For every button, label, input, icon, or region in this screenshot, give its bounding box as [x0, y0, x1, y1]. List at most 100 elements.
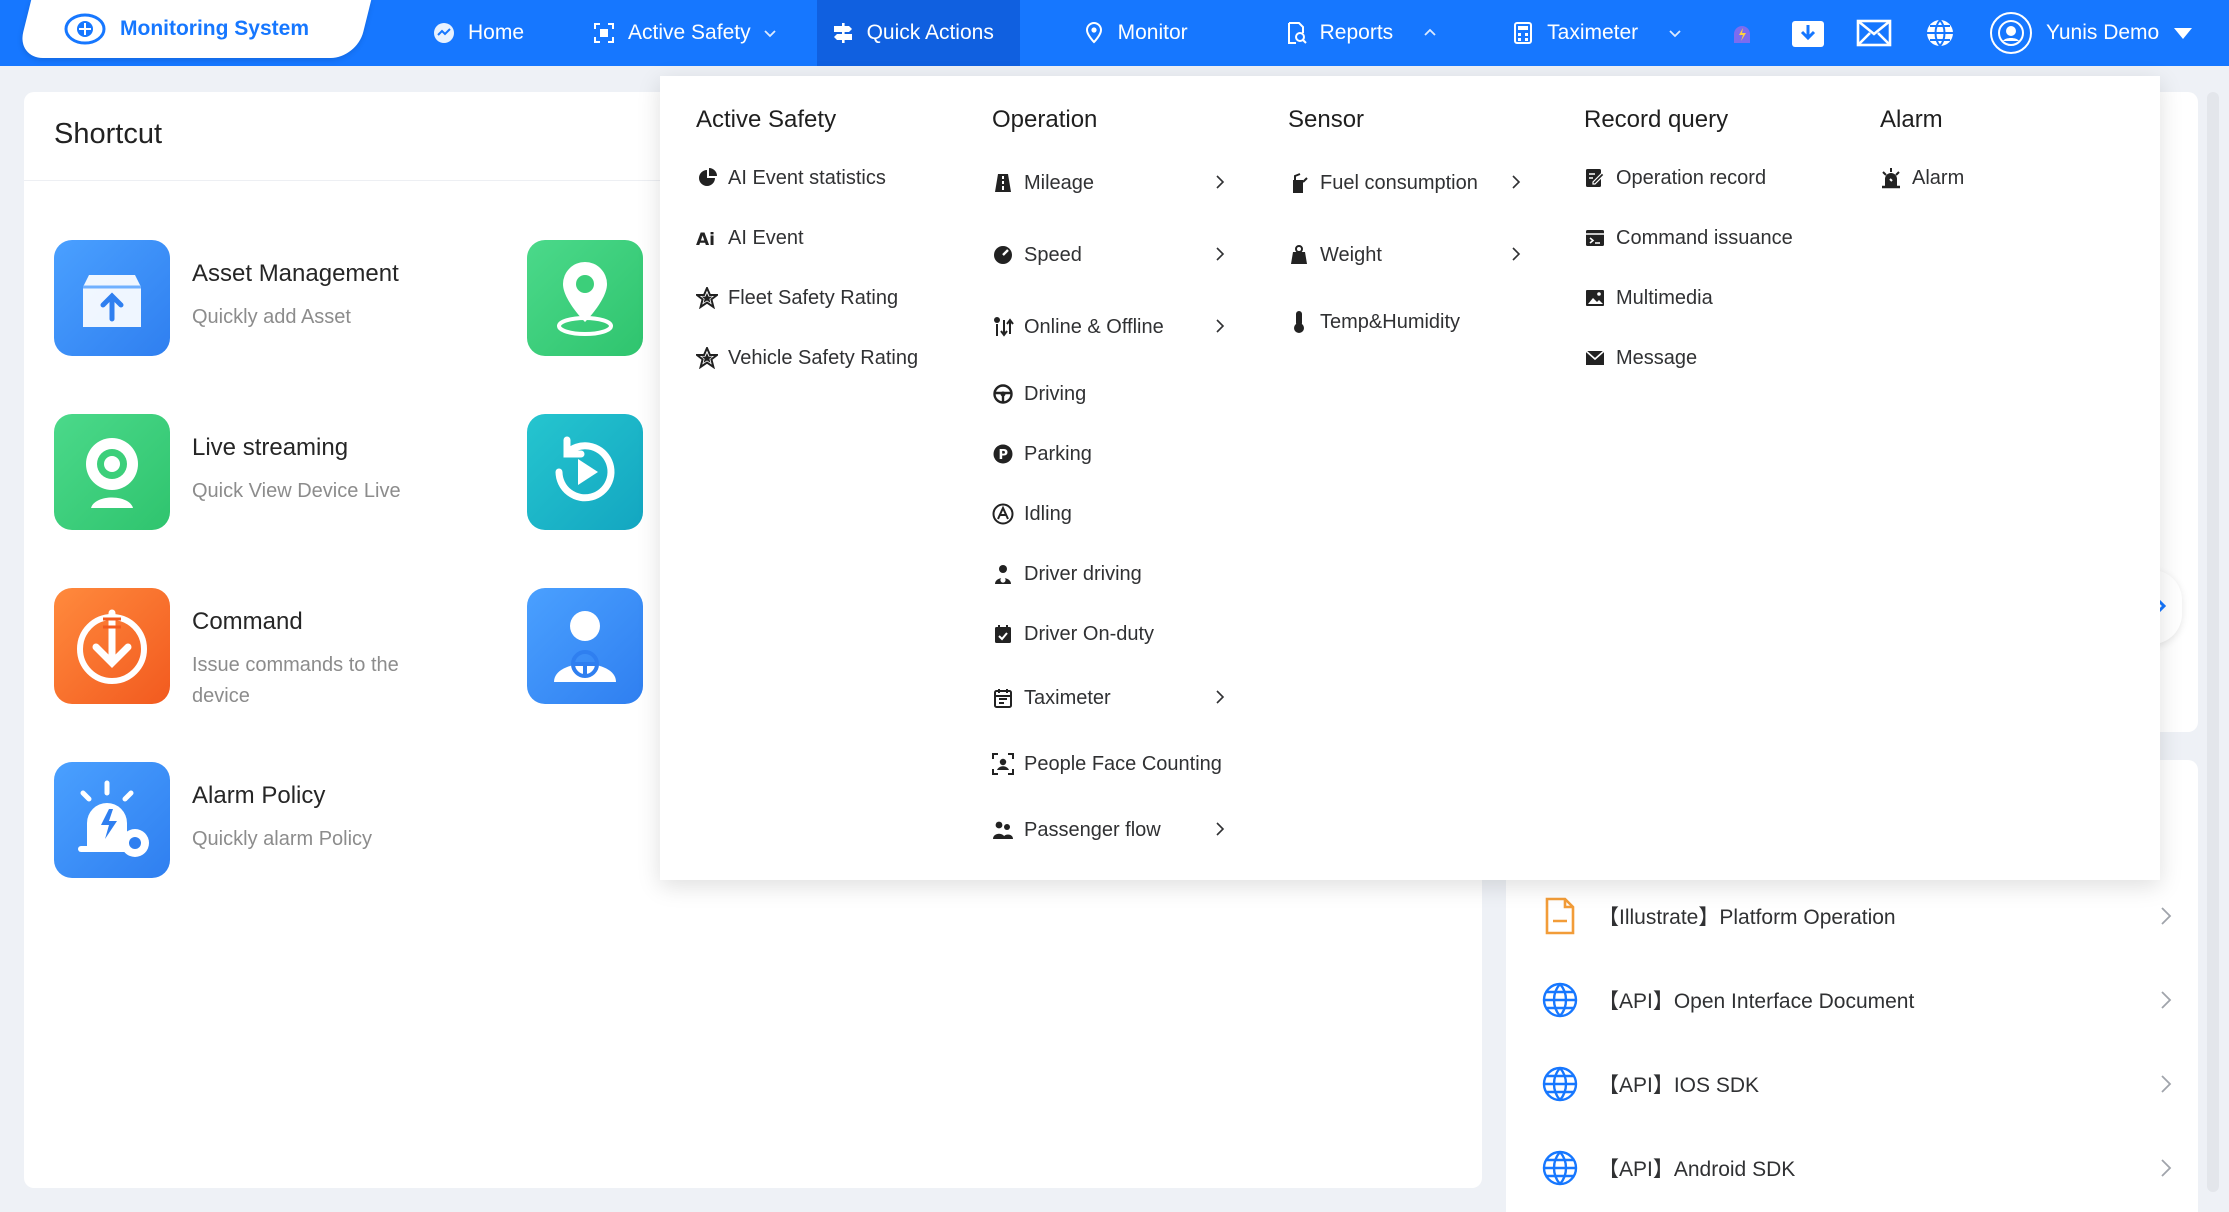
doc-label: 【Illustrate】Platform Operation — [1598, 906, 1896, 929]
menu-item-driving[interactable]: Driving — [992, 376, 1086, 412]
menu-item-label: Vehicle Safety Rating — [728, 346, 919, 369]
face-scan-icon — [992, 753, 1014, 775]
shortcut-alarm-policy[interactable]: Alarm Policy Quickly alarm Policy — [54, 762, 372, 878]
nav-taximeter[interactable]: Taximeter — [1471, 0, 1716, 66]
shortcut-desc: Quickly alarm Policy — [192, 828, 373, 850]
nav-monitor[interactable]: Monitor — [1020, 0, 1222, 66]
user-menu[interactable]: Yunis Demo — [1990, 12, 2193, 54]
download-button[interactable] — [1786, 11, 1830, 55]
menu-item-passenger-flow[interactable]: Passenger flow — [992, 812, 1161, 848]
shortcut-asset-management[interactable]: Asset Management Quickly add Asset — [54, 240, 399, 356]
replay-icon[interactable] — [527, 414, 643, 530]
alarm-light-icon — [1880, 167, 1902, 189]
doc-ios-sdk[interactable]: 【API】IOS SDK — [1540, 1054, 2180, 1114]
language-button[interactable] — [1918, 11, 1962, 55]
menu-item-label: Command issuance — [1616, 226, 1793, 249]
menu-item-operation-record[interactable]: Operation record — [1584, 160, 1766, 196]
menu-item-driver-driving[interactable]: Driver driving — [992, 556, 1142, 592]
menu-item-fuel-consumption[interactable]: Fuel consumption — [1288, 165, 1478, 201]
menu-item-parking[interactable]: P Parking — [992, 436, 1092, 472]
menu-item-driver-on-duty[interactable]: Driver On-duty — [992, 616, 1154, 652]
nav-active-safety[interactable]: Active Safety — [558, 0, 817, 66]
message-button[interactable] — [1852, 11, 1896, 55]
terminal-icon — [1584, 227, 1606, 249]
parking-icon: P — [992, 443, 1014, 465]
chevron-right-icon — [2160, 906, 2180, 926]
menu-item-message[interactable]: Message — [1584, 340, 1697, 376]
passenger-flow-chevron-right-icon — [1212, 821, 1228, 837]
doc-open-interface[interactable]: 【API】Open Interface Document — [1540, 970, 2180, 1030]
doc-android-sdk[interactable]: 【API】Android SDK — [1540, 1138, 2180, 1198]
menu-item-alarm[interactable]: Alarm — [1880, 160, 1964, 196]
menu-item-label: Mileage — [1024, 171, 1095, 194]
webcam-icon[interactable] — [54, 414, 170, 530]
thermometer-icon — [1288, 311, 1310, 333]
alert-siren-button[interactable] — [1720, 11, 1764, 55]
svg-text:Ai: Ai — [696, 230, 715, 248]
menu-item-label: Idling — [1024, 502, 1072, 525]
nav-quick-actions[interactable]: Quick Actions — [816, 0, 1020, 66]
doc-label: 【API】Open Interface Document — [1598, 990, 1915, 1013]
page-scrollbar[interactable] — [2207, 92, 2219, 1192]
menu-item-label: Fleet Safety Rating — [728, 286, 899, 309]
menu-item-online-offline[interactable]: Online & Offline — [992, 309, 1164, 345]
road-icon — [992, 172, 1014, 194]
driver-icon[interactable] — [527, 588, 643, 704]
shortcut-command[interactable]: Command Issue commands to the device — [54, 588, 399, 707]
document-icon — [1540, 896, 1580, 936]
shortcut-name: Command — [192, 608, 303, 635]
shortcut-driver[interactable] — [527, 588, 643, 704]
menu-column-title: Alarm — [1880, 106, 1943, 133]
menu-item-temp-humidity[interactable]: Temp&Humidity — [1288, 304, 1460, 340]
menu-item-people-face-counting[interactable]: People Face Counting — [992, 746, 1222, 782]
logo[interactable]: Monitoring System — [64, 0, 309, 58]
mileage-chevron-right-icon — [1212, 174, 1228, 190]
menu-item-mileage[interactable]: Mileage — [992, 165, 1094, 201]
logo-text: Monitoring System — [120, 17, 310, 40]
user-name: Yunis Demo — [2046, 21, 2160, 44]
shortcut-track-playback[interactable] — [527, 240, 643, 356]
menu-item-fleet-safety-rating[interactable]: Fleet Safety Rating — [696, 280, 898, 316]
shortcut-live-streaming[interactable]: Live streaming Quick View Device Live — [54, 414, 401, 530]
menu-column-title: Active Safety — [696, 106, 837, 133]
nav-reports[interactable]: Reports — [1222, 0, 1472, 66]
speedometer-icon — [992, 244, 1014, 266]
star-icon — [696, 347, 718, 369]
star-icon — [696, 287, 718, 309]
menu-item-speed[interactable]: Speed — [992, 237, 1082, 273]
taximeter-icon — [992, 687, 1014, 709]
map-pin-icon[interactable] — [527, 240, 643, 356]
menu-item-label: Multimedia — [1616, 286, 1713, 309]
idle-icon — [992, 503, 1014, 525]
chevron-right-icon — [2160, 1158, 2180, 1178]
passenger-group-icon — [992, 819, 1014, 841]
download-circle-icon[interactable] — [54, 588, 170, 704]
nav-taximeter-label: Taximeter — [1547, 21, 1639, 44]
menu-item-ai-event-statistics[interactable]: AI Event statistics — [696, 160, 886, 196]
menu-item-vehicle-safety-rating[interactable]: Vehicle Safety Rating — [696, 340, 918, 376]
menu-item-ai-event[interactable]: Ai AI Event — [696, 220, 804, 256]
nav-home[interactable]: Home — [370, 0, 558, 66]
menu-item-command-issuance[interactable]: Command issuance — [1584, 220, 1793, 256]
globe-icon — [1540, 1148, 1580, 1188]
alarm-gear-icon[interactable] — [54, 762, 170, 878]
chevron-down-icon — [763, 26, 777, 40]
shortcut-video-playback[interactable] — [527, 414, 643, 530]
quick-actions-dropdown: Active Safety AI Event statistics Ai AI … — [660, 76, 2160, 880]
nav-monitor-label: Monitor — [1117, 21, 1188, 44]
nav-home-label: Home — [468, 21, 525, 44]
menu-item-multimedia[interactable]: Multimedia — [1584, 280, 1713, 316]
menu-item-label: Driving — [1024, 382, 1087, 405]
menu-item-label: Online & Offline — [1024, 315, 1164, 338]
menu-item-weight[interactable]: Weight — [1288, 237, 1382, 273]
shortcut-desc: Issue commands to the device — [192, 654, 399, 707]
chevron-up-icon — [1423, 26, 1437, 40]
menu-item-taximeter[interactable]: Taximeter — [992, 680, 1111, 716]
dashboard-icon — [432, 21, 456, 45]
menu-item-idling[interactable]: Idling — [992, 496, 1072, 532]
doc-platform-operation[interactable]: 【Illustrate】Platform Operation — [1540, 886, 2180, 946]
weight-chevron-right-icon — [1508, 246, 1524, 262]
upload-box-icon[interactable] — [54, 240, 170, 356]
shortcut-name: Asset Management — [192, 260, 399, 287]
doc-label: 【API】IOS SDK — [1598, 1074, 1760, 1097]
